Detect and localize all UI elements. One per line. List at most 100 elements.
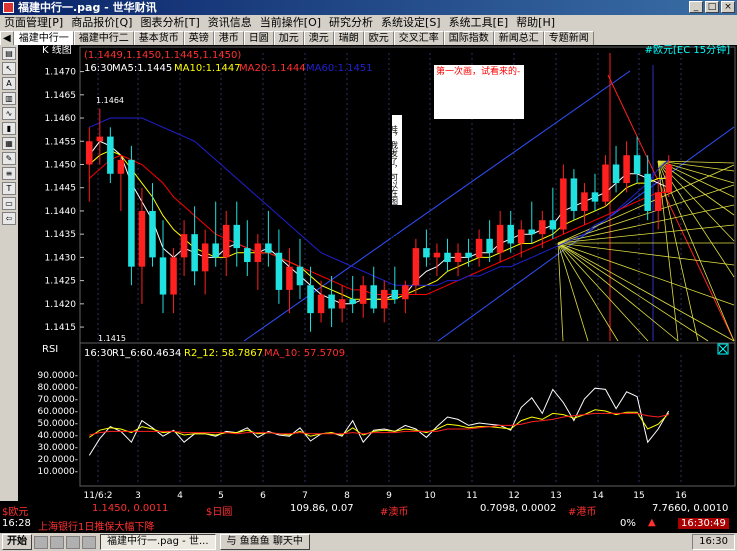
candle-body [612, 164, 620, 184]
menu-settings[interactable]: 系统设定[S] [377, 15, 445, 31]
ohlc-header: (1.1449,1.1450,1.1445,1.1450) [84, 50, 241, 61]
pen-icon[interactable]: ✎ [2, 152, 16, 165]
menu-operation[interactable]: 当前操作[O] [256, 15, 325, 31]
menu-page[interactable]: 页面管理[P] [0, 15, 67, 31]
candle-body [549, 220, 557, 230]
x-tick-label: 13 [550, 491, 561, 501]
candle-body [602, 164, 609, 202]
bar-chart-icon[interactable]: ▥ [2, 92, 16, 105]
rsi-title: RSI [42, 344, 58, 355]
candle-body [349, 299, 356, 304]
tab-hkd[interactable]: 港币 [213, 31, 244, 46]
close-button[interactable]: × [721, 1, 735, 13]
candle-body [539, 220, 546, 235]
candle-body [654, 192, 662, 211]
x-tick-label: 10 [424, 491, 436, 501]
minimize-button[interactable]: _ [689, 1, 703, 13]
menu-tools[interactable]: 系统工具[E] [445, 15, 513, 31]
status-jpy-label[interactable]: $日圆 [206, 503, 232, 518]
candle-body [517, 229, 525, 244]
status-hkd-label[interactable]: #港币 [568, 503, 596, 518]
exit-icon[interactable]: ⇦ [2, 212, 16, 225]
x-tick-label: 7 [302, 491, 308, 501]
tab-scroll-left[interactable]: ◀ [0, 31, 14, 46]
candle-body [528, 229, 536, 235]
line-chart-icon[interactable]: ∿ [2, 107, 16, 120]
menu-info[interactable]: 资讯信息 [204, 15, 256, 31]
text-icon[interactable]: T [2, 182, 16, 195]
start-button[interactable]: 开始 [2, 534, 32, 550]
candle-body [338, 299, 346, 309]
x-tick-label: 14 [592, 491, 604, 501]
candle-body [254, 243, 262, 263]
candle-body [212, 243, 219, 258]
rsi-tick-label: 70.0000- [38, 395, 78, 405]
price-tick-label: 1.1425 [45, 277, 77, 287]
candle-body [138, 210, 146, 267]
tab-special-news[interactable]: 专题新闻 [543, 31, 594, 46]
candle-body [149, 210, 156, 258]
candle-time-label: 16:30 [84, 63, 113, 74]
price-tick-label: 1.1470 [45, 68, 77, 78]
cursor-icon[interactable]: ↖ [2, 62, 16, 75]
menu-help[interactable]: 帮助[H] [512, 15, 559, 31]
tab-intl-index[interactable]: 国际指数 [443, 31, 494, 46]
candle-body [359, 285, 367, 304]
status-aud-label[interactable]: #澳币 [380, 503, 408, 518]
page-icon[interactable]: ▤ [2, 47, 16, 60]
price-tick-label: 1.1465 [45, 91, 77, 101]
candle-body [665, 164, 672, 193]
candle-body [475, 238, 483, 258]
system-tray-clock: 16:30 [692, 534, 735, 550]
quicklaunch-desktop-icon[interactable] [50, 535, 64, 549]
status-eur-label[interactable]: $欧元 [2, 503, 28, 518]
menu-quotes[interactable]: 商品报价[Q] [67, 15, 136, 31]
candle-body [644, 173, 651, 211]
status-hkd-value: 7.7660, 0.0010 [652, 503, 729, 514]
candle-body [433, 252, 441, 258]
candle-body [391, 289, 399, 300]
task-item-app[interactable]: 福建中行一.pag - 世... [100, 534, 216, 550]
tab-basic-currency[interactable]: 基本货币 [133, 31, 184, 46]
grid-icon[interactable]: ▦ [2, 137, 16, 150]
tab-news[interactable]: 新闻总汇 [493, 31, 544, 46]
quicklaunch-app-icon[interactable] [82, 535, 96, 549]
rsi-tick-label: 20.0000- [38, 455, 78, 465]
menu-chart-analysis[interactable]: 图表分析[T] [136, 15, 203, 31]
annotation-text-1: 第一次画，试看来的- [436, 65, 520, 77]
rsi-time-label: 16:30 [84, 348, 113, 359]
tab-aud[interactable]: 澳元 [303, 31, 334, 46]
candle-body [86, 141, 93, 165]
tab-jpy[interactable]: 日圆 [243, 31, 274, 46]
candle-body [465, 252, 472, 258]
quicklaunch-ie-icon[interactable] [34, 535, 48, 549]
x-tick-label: 9 [386, 491, 392, 501]
window-title-bar: 福建中行一.pag - 世华财讯 _ □ × [0, 0, 737, 15]
tab-fujian-1[interactable]: 福建中行一 [13, 31, 74, 46]
rsi-ma-label: MA_10: 57.5709 [264, 348, 345, 359]
rsi-tick-label: 50.0000- [38, 419, 78, 429]
task-item-chat[interactable]: 与 鱼鱼鱼 聊天中 [219, 534, 310, 550]
menu-research[interactable]: 研究分析 [325, 15, 377, 31]
ma5-label: MA5:1.1445 [112, 63, 172, 74]
candle-icon[interactable]: ▮ [2, 122, 16, 135]
print-icon[interactable]: ▭ [2, 197, 16, 210]
rsi-tick-label: 90.0000- [38, 371, 78, 381]
news-ticker[interactable]: 上海银行1日推保大幅下降 [38, 518, 154, 533]
fib-icon[interactable]: ≡ [2, 167, 16, 180]
tab-fujian-2[interactable]: 福建中行二 [73, 31, 134, 46]
tab-cross-rates[interactable]: 交叉汇率 [393, 31, 444, 46]
status-clock: 16:30:49 [678, 518, 729, 529]
zoom-icon[interactable]: A [2, 77, 16, 90]
price-tick-label: 1.1460 [45, 114, 77, 124]
tab-cad[interactable]: 加元 [273, 31, 304, 46]
candle-body [328, 294, 335, 309]
ma20-label: MA20:1.1444 [239, 63, 306, 74]
alert-icon[interactable]: ▲ [648, 517, 656, 528]
quicklaunch-mail-icon[interactable] [66, 535, 80, 549]
tab-chf[interactable]: 瑞朗 [333, 31, 364, 46]
tab-eur[interactable]: 欧元 [363, 31, 394, 46]
maximize-button[interactable]: □ [705, 1, 719, 13]
candle-body [159, 257, 167, 295]
tab-gbp[interactable]: 英镑 [183, 31, 214, 46]
